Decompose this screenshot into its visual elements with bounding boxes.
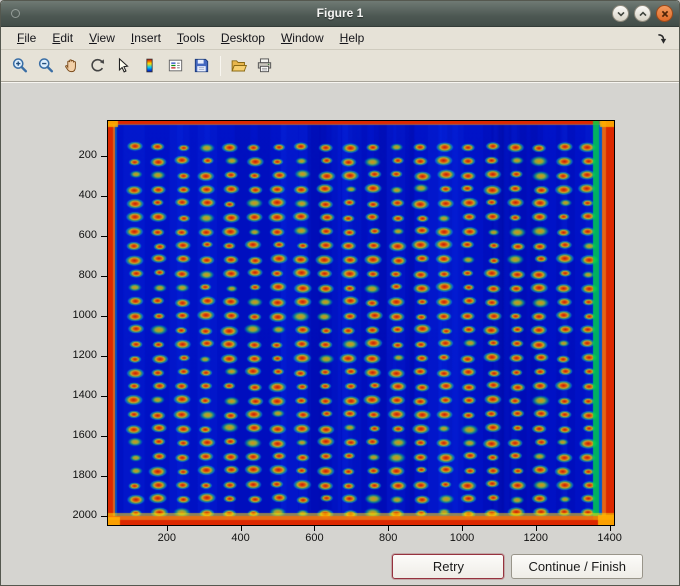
x-tick-label: 1400 <box>597 532 622 544</box>
menubar: File Edit View Insert Tools Desktop Wind… <box>1 27 679 50</box>
y-tick-mark <box>101 356 107 357</box>
open-folder-icon <box>231 60 247 72</box>
window-controls <box>612 5 673 22</box>
figure-canvas-area: Retry Continue / Finish 200 400 600 800 1000… <box>1 82 679 585</box>
x-tick-label: 800 <box>379 532 398 544</box>
y-tick-mark <box>101 156 107 157</box>
y-tick-mark <box>101 476 107 477</box>
menu-view[interactable]: View <box>81 28 123 49</box>
menu-window[interactable]: Window <box>273 28 332 49</box>
figure-toolbar <box>1 50 679 82</box>
x-tick-mark <box>166 526 168 531</box>
rotate-3d-button[interactable] <box>85 53 110 78</box>
y-tick-mark <box>101 396 107 397</box>
menu-tools[interactable]: Tools <box>169 28 213 49</box>
y-tick-label: 600 <box>78 229 97 241</box>
y-tick-mark <box>101 316 107 317</box>
zoom-in-icon <box>12 58 28 73</box>
y-tick-label: 1800 <box>72 469 97 481</box>
minimize-button[interactable] <box>612 5 629 22</box>
y-tick-label: 1400 <box>72 389 97 401</box>
y-tick-mark <box>101 436 107 437</box>
data-cursor-button[interactable] <box>111 53 136 78</box>
y-tick-label: 800 <box>78 269 97 281</box>
window-title: Figure 1 <box>316 6 364 20</box>
y-tick-mark <box>101 196 107 197</box>
data-cursor-icon <box>118 57 129 73</box>
menu-help[interactable]: Help <box>332 28 373 49</box>
colorbar-icon <box>146 58 153 73</box>
menu-insert[interactable]: Insert <box>123 28 169 49</box>
y-tick-mark <box>101 276 107 277</box>
axes-plot-box <box>107 120 615 526</box>
printer-icon <box>257 58 272 73</box>
y-tick-mark <box>101 236 107 237</box>
x-tick-mark <box>535 526 537 531</box>
x-tick-mark <box>462 526 463 531</box>
zoom-in-button[interactable] <box>7 53 32 78</box>
x-tick-label: 200 <box>157 532 176 544</box>
dock-figure-icon[interactable] <box>656 32 669 45</box>
legend-icon <box>168 59 183 72</box>
maximize-button[interactable] <box>634 5 651 22</box>
pan-button[interactable] <box>59 53 84 78</box>
chevron-down-icon <box>616 11 625 17</box>
titlebar[interactable]: Figure 1 <box>1 1 679 27</box>
rotate-3d-icon <box>91 58 105 72</box>
x-tick-mark <box>388 526 390 531</box>
insert-colorbar-button[interactable] <box>137 53 162 78</box>
close-button[interactable] <box>656 5 673 22</box>
toolbar-separator <box>220 55 221 76</box>
menu-desktop[interactable]: Desktop <box>213 28 273 49</box>
save-icon <box>194 58 209 73</box>
action-button-row: Retry Continue / Finish <box>392 554 643 579</box>
y-tick-label: 2000 <box>72 509 97 521</box>
x-tick-mark <box>609 526 611 531</box>
print-figure-button[interactable] <box>252 53 277 78</box>
save-figure-button[interactable] <box>189 53 214 78</box>
x-tick-label: 600 <box>305 532 324 544</box>
y-tick-label: 1000 <box>72 309 97 321</box>
y-tick-mark <box>101 516 107 517</box>
pan-hand-icon <box>65 59 76 73</box>
zoom-out-icon <box>38 58 54 73</box>
retry-button[interactable]: Retry <box>392 554 505 579</box>
open-file-button[interactable] <box>226 53 251 78</box>
menu-edit[interactable]: Edit <box>44 28 81 49</box>
chevron-up-icon <box>638 10 647 16</box>
x-tick-mark <box>240 526 242 531</box>
y-tick-label: 200 <box>78 149 97 161</box>
figure-window: Figure 1 File Edit View Insert Tools Des… <box>0 0 680 586</box>
zoom-out-button[interactable] <box>33 53 58 78</box>
close-icon <box>661 10 668 17</box>
insert-legend-button[interactable] <box>163 53 188 78</box>
y-tick-label: 1200 <box>72 349 97 361</box>
microarray-scan-image[interactable] <box>108 121 614 525</box>
y-tick-label: 400 <box>78 189 97 201</box>
menu-file[interactable]: File <box>9 28 44 49</box>
x-tick-label: 400 <box>231 532 250 544</box>
x-tick-mark <box>314 526 316 531</box>
x-tick-label: 1200 <box>523 532 549 544</box>
x-tick-label: 1000 <box>449 532 475 544</box>
y-tick-label: 1600 <box>72 429 97 441</box>
continue-finish-button[interactable]: Continue / Finish <box>511 554 643 579</box>
